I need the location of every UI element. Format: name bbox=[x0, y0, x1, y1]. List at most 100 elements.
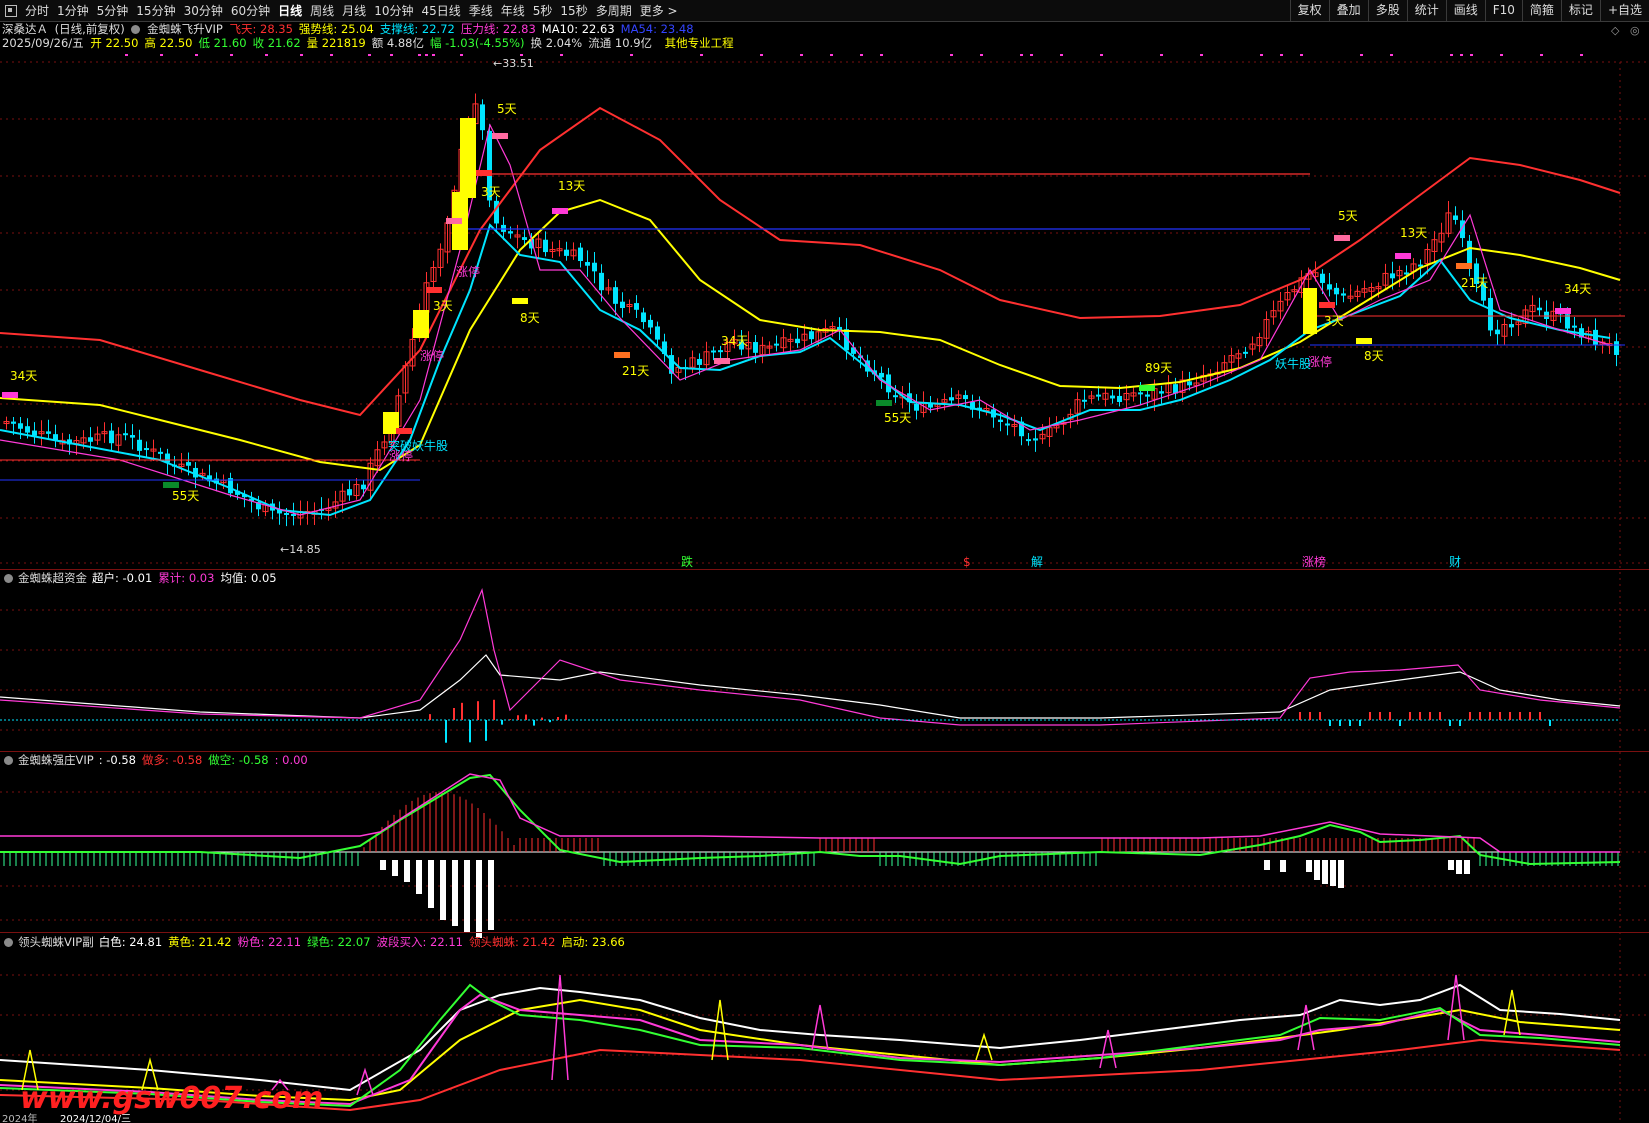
panel3-toggle-icon[interactable] bbox=[4, 937, 13, 947]
candle-body bbox=[25, 426, 30, 433]
signal-dot bbox=[195, 54, 198, 56]
event-marker: 财 bbox=[1449, 555, 1461, 569]
candle-body bbox=[1082, 399, 1087, 402]
candle-body bbox=[1110, 395, 1115, 399]
signal-dot bbox=[368, 54, 371, 56]
signal-dot bbox=[432, 54, 435, 56]
watermark: www.gsw007.com bbox=[20, 1081, 323, 1116]
signal-dot bbox=[1020, 54, 1023, 56]
signal-dot bbox=[1580, 54, 1583, 56]
panel1-toggle-icon[interactable] bbox=[4, 573, 13, 583]
day-label: 21天 bbox=[1461, 276, 1488, 290]
long-line bbox=[0, 773, 1621, 866]
signal-dot bbox=[390, 54, 393, 56]
panel3-item-2: 粉色: 22.11 bbox=[237, 935, 302, 949]
candle-body bbox=[1593, 329, 1598, 346]
panel2-name[interactable]: 金蜘蛛强庄VIP bbox=[18, 753, 94, 767]
panel2-item-0: : -0.58 bbox=[98, 753, 136, 767]
candle-body bbox=[774, 343, 779, 346]
panel3-name[interactable]: 领头蜘蛛VIP副 bbox=[18, 935, 94, 949]
short-bar bbox=[416, 860, 422, 894]
fund-avg-line bbox=[0, 654, 1621, 719]
support-line bbox=[0, 223, 1611, 517]
signal-dot bbox=[265, 54, 268, 56]
candle-body bbox=[585, 262, 590, 266]
candle-body bbox=[522, 237, 527, 240]
candle-body bbox=[144, 448, 149, 451]
panel1-item-1: 累计: 0.03 bbox=[158, 571, 215, 585]
signal-dot bbox=[980, 54, 983, 56]
signal-marker bbox=[163, 482, 179, 488]
day-label: 8天 bbox=[520, 311, 540, 325]
candle-body bbox=[998, 419, 1003, 422]
signal-tag: 涨停 bbox=[420, 348, 444, 363]
spike-marker bbox=[1503, 989, 1521, 1036]
day-label: 21天 bbox=[622, 364, 649, 378]
spike-marker bbox=[811, 1004, 829, 1051]
signal-dot bbox=[1100, 54, 1103, 56]
candle-body bbox=[634, 303, 639, 310]
day-label: 13天 bbox=[558, 179, 585, 193]
signal-dot bbox=[1280, 54, 1283, 56]
candle-body bbox=[1026, 439, 1031, 442]
candle-body bbox=[1341, 293, 1346, 296]
collapse-icon[interactable]: ◎ bbox=[1630, 24, 1640, 37]
candle-body bbox=[1033, 438, 1038, 441]
panel1-name[interactable]: 金蜘蛛超资金 bbox=[18, 571, 87, 585]
day-label: 5天 bbox=[497, 102, 517, 116]
candle-body bbox=[158, 451, 163, 454]
signal-marker bbox=[1319, 302, 1335, 308]
candle-body bbox=[564, 249, 569, 256]
signal-marker bbox=[1555, 308, 1571, 314]
candle-body bbox=[1614, 341, 1619, 355]
spike-marker bbox=[1447, 974, 1465, 1041]
candle-body bbox=[480, 104, 485, 131]
panel-divider bbox=[0, 932, 1649, 933]
high-price-label: ←33.51 bbox=[493, 57, 534, 70]
candle-body bbox=[1488, 297, 1493, 331]
signal-dot bbox=[1540, 54, 1543, 56]
candle-body bbox=[1334, 287, 1339, 295]
signal-marker bbox=[1456, 263, 1472, 269]
candle-body bbox=[508, 231, 513, 234]
panel2-item-1: 做多: -0.58 bbox=[142, 753, 203, 767]
short-bar bbox=[1456, 860, 1462, 874]
day-label: 3天 bbox=[433, 299, 453, 313]
short-bar bbox=[1314, 860, 1320, 880]
candle-body bbox=[1453, 215, 1458, 220]
limit-up-block bbox=[413, 310, 429, 338]
chart-canvas[interactable]: 34天 55天 3天 5天 3天 8天 13天 21天 34天 55天 89天 5天 13天 3天 8天 21… bbox=[0, 0, 1649, 1123]
short-bar bbox=[440, 860, 446, 920]
short-bar bbox=[1264, 860, 1270, 870]
signal-tag: 涨停 bbox=[456, 264, 480, 279]
candle-body bbox=[1537, 307, 1542, 311]
candle-body bbox=[893, 395, 898, 398]
candle-body bbox=[130, 435, 135, 438]
candle-body bbox=[109, 430, 114, 444]
day-label: 13天 bbox=[1400, 226, 1427, 240]
candle-body bbox=[361, 484, 366, 490]
settings-diamond-icon[interactable]: ◇ bbox=[1611, 24, 1619, 37]
panel3-item-1: 黄色: 21.42 bbox=[168, 935, 232, 949]
signal-tag: 妖牛股 bbox=[1275, 356, 1311, 371]
short-bar bbox=[404, 860, 410, 882]
day-label: 89天 bbox=[1145, 361, 1172, 375]
signal-dot bbox=[1450, 54, 1453, 56]
signal-dot bbox=[1260, 54, 1263, 56]
panel2-toggle-icon[interactable] bbox=[4, 755, 13, 765]
signal-dot bbox=[125, 54, 128, 56]
signal-marker bbox=[1334, 235, 1350, 241]
signal-tag: 突破妖牛股 bbox=[388, 438, 448, 453]
signal-marker bbox=[492, 133, 508, 139]
signal-dot bbox=[950, 54, 953, 56]
signal-marker bbox=[446, 218, 462, 224]
panel1-title: 金蜘蛛超资金 超户: -0.01 累计: 0.03 均值: 0.05 bbox=[4, 571, 288, 585]
panel3-values: 白色: 24.81 黄色: 21.42 粉色: 22.11 绿色: 22.07 波段买入… bbox=[99, 935, 631, 949]
signal-dot bbox=[1390, 54, 1393, 56]
signal-dot bbox=[1470, 54, 1473, 56]
signal-dot bbox=[880, 54, 883, 56]
event-marker: 涨榜 bbox=[1302, 554, 1326, 569]
limit-up-block bbox=[460, 118, 476, 198]
event-marker: 解 bbox=[1031, 555, 1043, 569]
candle-body bbox=[186, 462, 191, 466]
